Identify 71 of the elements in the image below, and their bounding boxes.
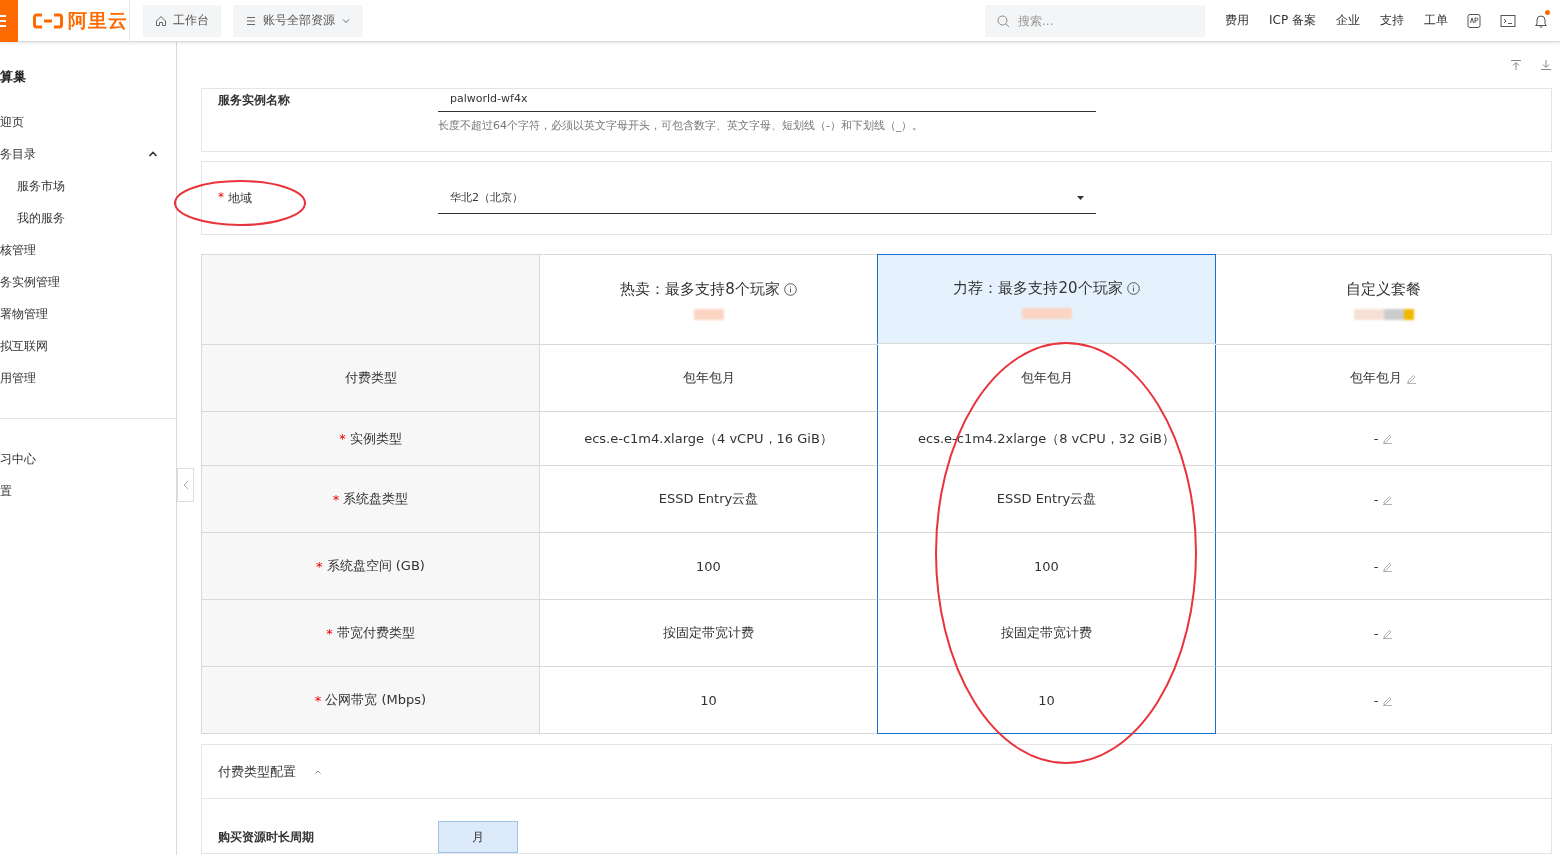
table-cell: - [1216, 533, 1552, 600]
row-label-cell: * 公网带宽 (Mbps) [202, 667, 540, 734]
table-cell: - [1216, 466, 1552, 533]
edit-icon[interactable] [1382, 433, 1394, 444]
bell-icon[interactable] [1534, 12, 1548, 29]
sidebar-item[interactable]: 迎页 [0, 106, 176, 138]
sidebar-title: 算巢 [0, 68, 27, 86]
row-label-cell: * 实例类型 [202, 412, 540, 466]
edit-icon[interactable] [1406, 372, 1417, 384]
instance-name-field[interactable]: palworld-wf4x [438, 92, 1096, 112]
sidebar-item[interactable]: 习中心 [0, 443, 176, 475]
home-icon [155, 14, 167, 27]
top-link[interactable]: ICP 备案 [1269, 12, 1316, 29]
table-cell: - [1216, 412, 1552, 466]
top-link[interactable]: 支持 [1380, 12, 1404, 29]
field-label: 服务实例名称 [217, 92, 291, 109]
plan-header[interactable]: 力荐：最多支持20个玩家 [877, 254, 1216, 344]
edit-icon[interactable] [1382, 694, 1394, 706]
sidebar-item[interactable]: 用管理 [0, 362, 176, 394]
blurred-price [1021, 308, 1072, 319]
field-label: 购买资源时长周期 [217, 828, 315, 846]
api-icon[interactable] [1466, 12, 1482, 29]
info-icon[interactable] [1126, 282, 1140, 295]
sidebar-item[interactable]: 置 [0, 475, 176, 507]
sidebar-subitem[interactable]: 服务市场 [0, 170, 176, 202]
nav-button[interactable]: 工作台 [143, 4, 221, 37]
top-link[interactable]: 企业 [1336, 12, 1360, 29]
table-cell: 包年包月 [877, 345, 1216, 412]
table-cell: 100 [877, 533, 1216, 600]
field-label: * 地域 [217, 190, 253, 207]
download-icon[interactable] [1540, 59, 1552, 71]
edit-icon[interactable] [1382, 560, 1394, 572]
sidebar-item[interactable]: 拟互联网 [0, 330, 176, 362]
table-cell: 按固定带宽计费 [877, 600, 1216, 667]
row-label-cell: * 系统盘类型 [202, 466, 540, 533]
table-cell: ESSD Entry云盘 [877, 466, 1216, 533]
field-hint: 长度不超过64个字符，必须以英文字母开头，可包含数字、英文字母、短划线（-）和下划线（_）。 [438, 118, 925, 133]
table-cell: 10 [877, 667, 1216, 734]
sidebar-item[interactable]: 务目录 [0, 138, 176, 170]
region-select[interactable]: 华北2（北京） [438, 190, 1096, 214]
chevron-up-icon[interactable] [148, 150, 158, 158]
top-link[interactable]: 工单 [1424, 12, 1448, 29]
logo-icon [33, 12, 63, 29]
edit-icon[interactable] [1382, 493, 1394, 505]
row-label-cell: * 带宽付费类型 [202, 600, 540, 667]
sidebar-item[interactable]: 核管理 [0, 234, 176, 266]
caret-icon [1077, 195, 1084, 200]
sidebar-item[interactable]: 署物管理 [0, 298, 176, 330]
top-link[interactable]: 费用 [1225, 12, 1250, 29]
blurred-price [1353, 308, 1414, 320]
menu-icon[interactable] [0, 0, 18, 42]
info-icon[interactable] [783, 282, 797, 296]
nav-button[interactable]: 账号全部资源 [233, 4, 363, 37]
section-title: 付费类型配置 [218, 762, 296, 781]
edit-icon[interactable] [1382, 627, 1394, 639]
sidebar-item[interactable]: 务实例管理 [0, 266, 176, 298]
table-cell: 包年包月 [1216, 345, 1552, 412]
sidebar-subitem[interactable]: 我的服务 [0, 202, 176, 234]
chevron-left-icon [182, 480, 189, 490]
row-label-cell: 付费类型 [202, 345, 540, 412]
search-field[interactable]: 搜索... [985, 4, 1206, 37]
plan-header[interactable]: 自定义套餐 [1216, 255, 1552, 345]
scroll-top-icon[interactable] [1510, 59, 1522, 71]
table-cell: - [1216, 600, 1552, 667]
table-cell: - [1216, 667, 1552, 734]
list-icon [245, 14, 257, 27]
terminal-icon[interactable] [1500, 13, 1516, 28]
row-label-cell: * 系统盘空间 (GB) [202, 533, 540, 600]
blurred-price [693, 308, 724, 320]
search-icon [997, 14, 1011, 28]
period-option[interactable]: 月 [438, 821, 518, 853]
